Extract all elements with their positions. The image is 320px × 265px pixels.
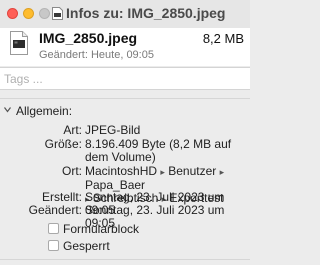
size-value: 8.196.409 Byte (8,2 MB auf dem Volume) bbox=[85, 137, 232, 164]
file-name: IMG_2850.jpeg bbox=[39, 30, 138, 46]
kind-label: Art: bbox=[63, 123, 82, 137]
jpeg-file-icon bbox=[52, 7, 63, 20]
title-bar[interactable]: Infos zu: IMG_2850.jpeg bbox=[0, 0, 250, 29]
divider bbox=[0, 98, 250, 99]
path-arrow-icon: ▸ bbox=[160, 167, 165, 177]
chevron-down-icon bbox=[4, 107, 11, 113]
path-arrow-icon: ▸ bbox=[219, 167, 225, 177]
locked-checkbox[interactable] bbox=[48, 240, 59, 251]
minimize-window-button[interactable] bbox=[23, 8, 34, 19]
kind-value: JPEG-Bild bbox=[85, 123, 141, 137]
modified-date: Geändert: Heute, 09:05 bbox=[39, 49, 154, 61]
tags-input[interactable] bbox=[4, 70, 244, 87]
locked-label: Gesperrt bbox=[63, 239, 110, 253]
general-section-title: Allgemein: bbox=[16, 104, 73, 118]
file-size: 8,2 MB bbox=[202, 31, 244, 46]
location-label: Ort: bbox=[62, 164, 82, 178]
divider bbox=[0, 259, 250, 260]
jpeg-file-icon bbox=[10, 31, 28, 55]
tags-area bbox=[0, 67, 250, 90]
zoom-window-button[interactable] bbox=[39, 8, 50, 19]
close-window-button[interactable] bbox=[7, 8, 18, 19]
window-title: Infos zu: IMG_2850.jpeg bbox=[66, 5, 226, 21]
stationery-pad-checkbox[interactable] bbox=[48, 223, 59, 234]
stationery-pad-label: Formularblock bbox=[63, 222, 140, 236]
path-segment: Benutzer bbox=[168, 164, 217, 178]
path-segment: MacintoshHD bbox=[85, 164, 158, 178]
modified-label: Geändert: bbox=[28, 203, 82, 217]
size-label: Größe: bbox=[44, 137, 82, 151]
